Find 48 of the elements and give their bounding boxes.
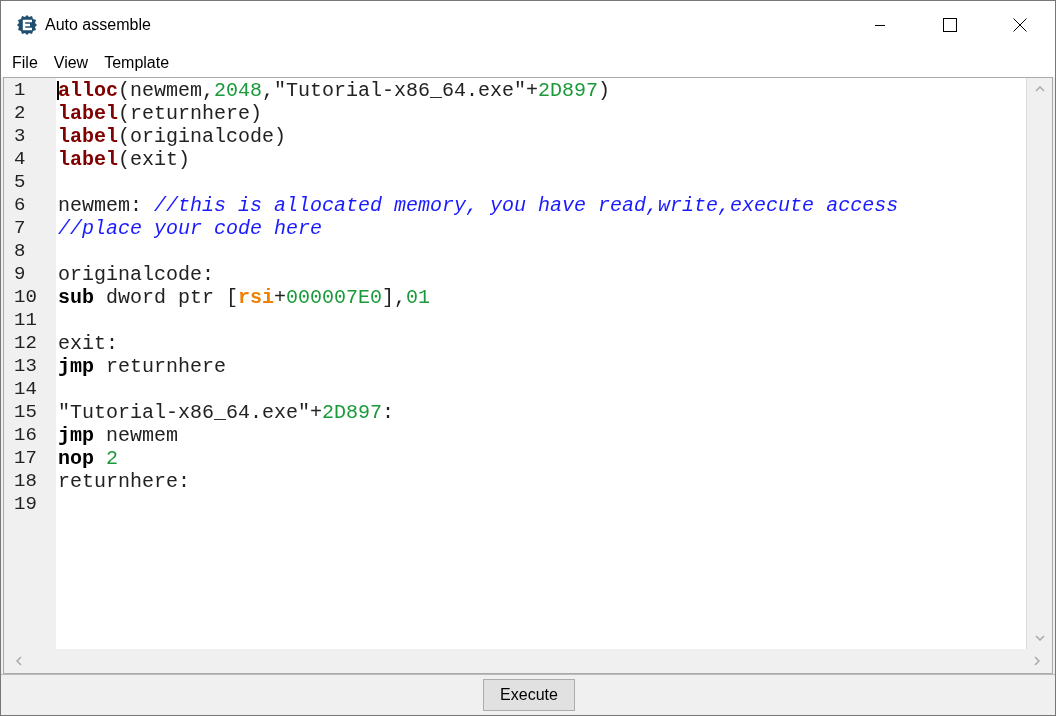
- line-number: 12: [13, 332, 38, 355]
- menu-item[interactable]: View: [45, 52, 97, 74]
- line-number: 4: [13, 148, 27, 171]
- scroll-up-icon[interactable]: [1034, 86, 1045, 92]
- code-line: alloc(newmem,2048,"Tutorial-x86_64.exe"+2D897): [58, 79, 611, 102]
- line-number: 3: [13, 125, 27, 148]
- line-number: 7: [13, 217, 27, 240]
- code-editor[interactable]: [3, 77, 1053, 674]
- code-line: label(returnhere): [58, 102, 263, 125]
- line-number: 10: [13, 286, 38, 309]
- line-number: 9: [13, 263, 27, 286]
- window-title: Auto assemble: [45, 16, 151, 34]
- code-line: label(exit): [58, 148, 191, 171]
- maximize-icon: [943, 18, 957, 32]
- scroll-down-icon[interactable]: [1034, 635, 1045, 641]
- line-number: 8: [13, 240, 27, 263]
- scroll-right-icon[interactable]: [1034, 656, 1040, 666]
- line-number: 2: [13, 102, 27, 125]
- code-line: jmp returnhere: [58, 355, 227, 378]
- code-line: exit:: [58, 332, 118, 355]
- app-logo-icon: [15, 13, 39, 37]
- code-line: label(originalcode): [58, 125, 287, 148]
- line-number: 15: [13, 401, 38, 424]
- line-number: 11: [13, 309, 38, 332]
- close-icon: [1013, 18, 1027, 32]
- line-number: 6: [13, 194, 27, 217]
- menu-item[interactable]: Template: [96, 52, 178, 74]
- vertical-scrollbar[interactable]: [1026, 78, 1052, 649]
- horizontal-scrollbar[interactable]: [4, 649, 1052, 673]
- code-line: "Tutorial-x86_64.exe"+2D897:: [58, 401, 395, 424]
- code-line: originalcode:: [58, 263, 215, 286]
- line-number: 19: [13, 493, 38, 516]
- line-number: 18: [13, 470, 38, 493]
- code-line: sub dword ptr [rsi+000007E0],01: [58, 286, 431, 309]
- scroll-left-icon[interactable]: [16, 656, 22, 666]
- line-number: 5: [13, 171, 27, 194]
- code-line: nop 2: [58, 447, 119, 470]
- line-number: 1: [13, 79, 27, 102]
- code-line: //place your code here: [58, 217, 323, 240]
- line-number: 17: [13, 447, 38, 470]
- code-line: jmp newmem: [58, 424, 179, 447]
- menu-item[interactable]: File: [4, 52, 46, 74]
- code-line: newmem: //this is allocated memory, you have read,write,execute access: [58, 194, 899, 217]
- line-number: 14: [13, 378, 38, 401]
- line-number: 16: [13, 424, 38, 447]
- execute-button[interactable]: Execute: [483, 679, 575, 711]
- code-line: returnhere:: [58, 470, 191, 493]
- line-number: 13: [13, 355, 38, 378]
